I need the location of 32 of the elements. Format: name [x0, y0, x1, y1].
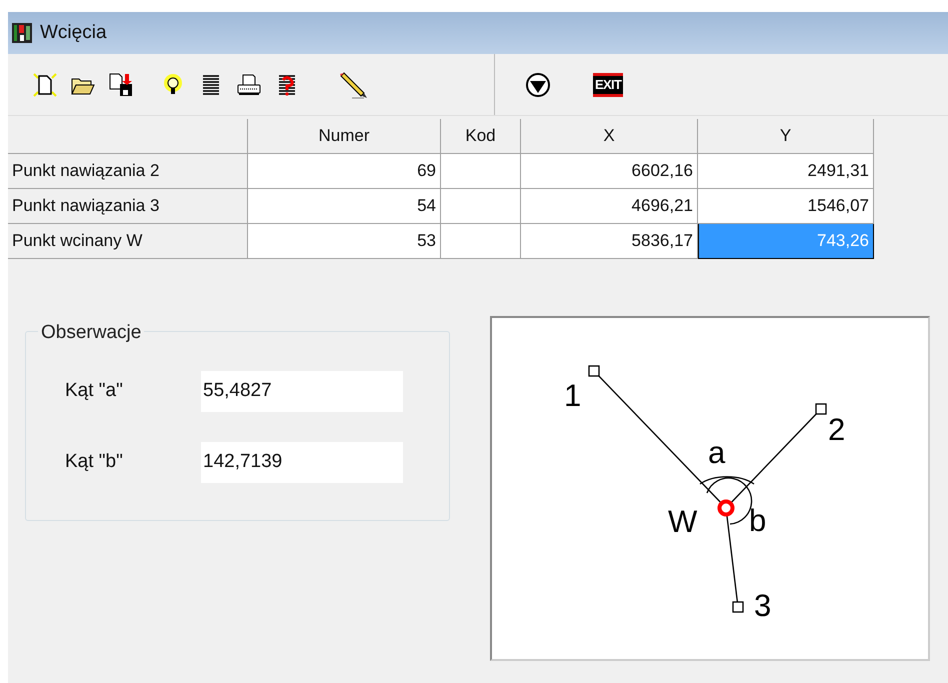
- table-cell[interactable]: 1546,07: [698, 189, 874, 224]
- station-label: W: [668, 504, 698, 539]
- station-marker: [718, 500, 734, 516]
- point-label: 2: [828, 412, 846, 447]
- point-marker: [732, 601, 744, 613]
- point-marker: [588, 365, 600, 377]
- pencil-icon[interactable]: [340, 70, 370, 100]
- field-label: Kąt "b": [65, 450, 124, 474]
- input-field[interactable]: 142,7139: [201, 442, 403, 483]
- row-header: Punkt nawiązania 3: [8, 189, 248, 224]
- point-label: 1: [564, 378, 582, 413]
- table-cell[interactable]: 6602,16: [521, 154, 698, 189]
- exit-button[interactable]: EXIT: [593, 72, 624, 96]
- angle-label: a: [708, 435, 726, 470]
- input-field[interactable]: 55,4827: [201, 371, 403, 412]
- app-icon: [12, 23, 32, 43]
- field-label: Kąt "a": [65, 379, 124, 404]
- table-cell[interactable]: 2491,31: [698, 154, 874, 189]
- table-cell[interactable]: [441, 189, 521, 224]
- row-header: Punkt wcinany W: [8, 224, 248, 259]
- point-marker: [815, 403, 827, 415]
- table-cell[interactable]: 69: [248, 154, 441, 189]
- table-cell[interactable]: 5836,17: [521, 224, 698, 259]
- point-label: 3: [754, 588, 772, 623]
- table-cell[interactable]: 54: [248, 189, 441, 224]
- window-title: Wcięcia: [40, 20, 107, 45]
- table-cell[interactable]: [441, 224, 521, 259]
- table-cell[interactable]: 4696,21: [521, 189, 698, 224]
- angle-label: b: [749, 503, 766, 538]
- table-cell[interactable]: 53: [248, 224, 441, 259]
- row-header: Punkt nawiązania 2: [8, 154, 248, 189]
- table-cell[interactable]: [441, 154, 521, 189]
